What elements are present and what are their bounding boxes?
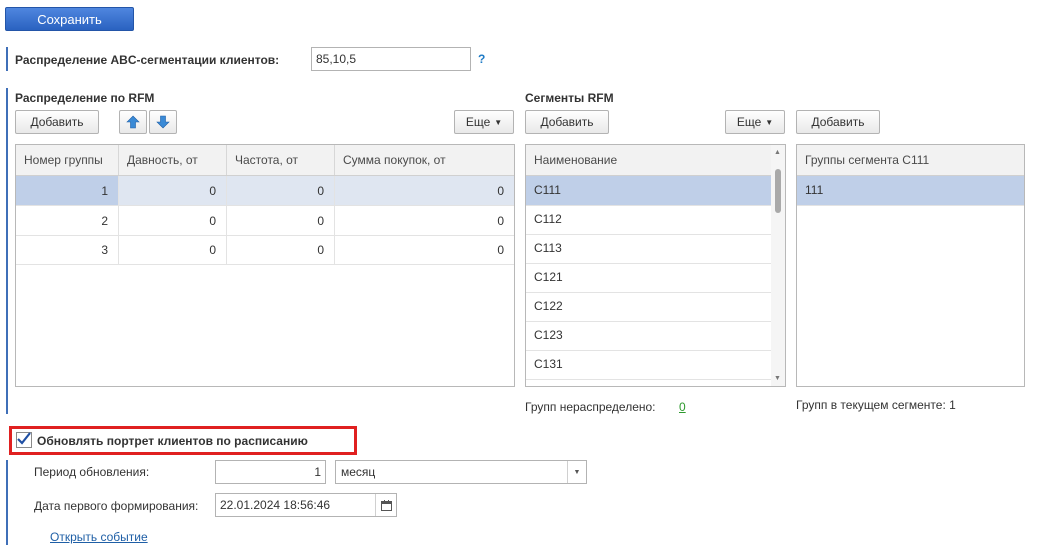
- list-item-label: С123: [534, 328, 563, 342]
- list-item-label: С131: [534, 357, 563, 371]
- checkmark-icon: [17, 432, 31, 445]
- table-header: Наименование: [526, 145, 771, 176]
- list-item[interactable]: С121: [526, 263, 771, 293]
- table-cell: 0: [119, 235, 227, 264]
- arrow-down-icon: [156, 115, 170, 129]
- rfm-add-button[interactable]: Добавить: [15, 110, 99, 134]
- table-header: Группы сегмента С111: [797, 145, 1024, 176]
- chevron-down-icon: ▼: [494, 117, 503, 127]
- rfm-table[interactable]: Номер группы Давность, от Частота, от Су…: [15, 144, 515, 387]
- rfm-title: Распределение по RFM: [15, 91, 155, 105]
- table-cell: 0: [119, 176, 227, 205]
- table-row[interactable]: 2 0 0 0: [16, 206, 514, 236]
- period-unit-value: месяц: [341, 465, 376, 479]
- column-header[interactable]: Наименование: [526, 145, 773, 175]
- table-cell: 0: [227, 176, 335, 205]
- more-label: Еще: [465, 115, 491, 129]
- list-item-label: С113: [534, 241, 562, 255]
- period-label: Период обновления:: [34, 465, 150, 479]
- segment-groups-list[interactable]: Группы сегмента С111 111: [796, 144, 1025, 387]
- chevron-down-icon: ▼: [765, 117, 774, 127]
- more-label: Еще: [736, 115, 762, 129]
- unassigned-groups-count[interactable]: 0: [679, 400, 686, 414]
- period-input[interactable]: 1: [215, 460, 326, 484]
- scroll-down-arrow-icon[interactable]: ▼: [774, 375, 781, 382]
- scroll-up-arrow-icon[interactable]: ▲: [774, 149, 781, 156]
- table-cell: 1: [16, 176, 119, 205]
- list-item-label: С112: [534, 212, 562, 226]
- first-date-label: Дата первого формирования:: [34, 499, 199, 513]
- rfm-more-button[interactable]: Еще ▼: [454, 110, 514, 134]
- section-marker: [6, 88, 8, 414]
- schedule-checkbox[interactable]: [16, 432, 32, 448]
- segments-title: Сегменты RFM: [525, 91, 614, 105]
- list-item[interactable]: С123: [526, 321, 771, 351]
- list-item-label: С111: [534, 183, 561, 197]
- table-cell: 3: [16, 235, 119, 264]
- save-button[interactable]: Сохранить: [5, 7, 134, 31]
- list-item-label: С121: [534, 270, 563, 284]
- column-header[interactable]: Частота, от: [227, 145, 335, 175]
- first-date-input[interactable]: 22.01.2024 18:56:46: [215, 493, 397, 517]
- list-item[interactable]: С112: [526, 205, 771, 235]
- open-event-link[interactable]: Открыть событие: [50, 530, 148, 544]
- list-item[interactable]: С111: [526, 176, 771, 206]
- table-cell: 0: [119, 206, 227, 235]
- column-header[interactable]: Сумма покупок, от: [335, 145, 514, 175]
- section-marker: [6, 460, 8, 545]
- groups-add-button[interactable]: Добавить: [796, 110, 880, 134]
- section-marker: [6, 47, 8, 71]
- abc-input[interactable]: 85,10,5: [311, 47, 471, 71]
- column-header[interactable]: Группы сегмента С111: [797, 145, 1024, 175]
- calendar-icon[interactable]: [375, 494, 396, 516]
- scrollbar[interactable]: ▲ ▼: [771, 145, 785, 386]
- scrollbar-thumb[interactable]: [775, 169, 781, 213]
- list-item-label: 111: [805, 183, 824, 197]
- table-cell: 0: [497, 242, 504, 257]
- abc-label: Распределение ABC-сегментации клиентов:: [15, 53, 280, 67]
- table-cell: 2: [16, 206, 119, 235]
- move-up-button[interactable]: [119, 110, 147, 134]
- list-item[interactable]: 111: [797, 176, 1024, 206]
- table-header: Номер группы Давность, от Частота, от Су…: [16, 145, 514, 176]
- table-cell: 0: [497, 213, 504, 228]
- segments-list[interactable]: Наименование С111 С112 С113 С121 С122 С1…: [525, 144, 786, 387]
- column-header[interactable]: Давность, от: [119, 145, 227, 175]
- move-down-button[interactable]: [149, 110, 177, 134]
- table-cell: 0: [227, 206, 335, 235]
- list-item[interactable]: С122: [526, 292, 771, 322]
- groups-in-segment-label: Групп в текущем сегменте: 1: [796, 398, 956, 412]
- list-item[interactable]: С131: [526, 350, 771, 380]
- table-cell: 0: [335, 176, 514, 205]
- column-header[interactable]: Номер группы: [16, 145, 119, 175]
- table-row[interactable]: 3 0 0 0: [16, 235, 514, 265]
- list-item-label: С122: [534, 299, 563, 313]
- unassigned-groups-label: Групп нераспределено:: [525, 400, 656, 414]
- arrow-up-icon: [126, 115, 140, 129]
- period-unit-select[interactable]: месяц ▼: [335, 460, 587, 484]
- chevron-down-icon[interactable]: ▼: [567, 461, 586, 483]
- schedule-checkbox-label[interactable]: Обновлять портрет клиентов по расписанию: [37, 434, 308, 448]
- segments-more-button[interactable]: Еще ▼: [725, 110, 785, 134]
- table-row[interactable]: 1 0 0 0: [16, 176, 514, 206]
- segments-add-button[interactable]: Добавить: [525, 110, 609, 134]
- first-date-value: 22.01.2024 18:56:46: [220, 498, 331, 512]
- help-icon[interactable]: ?: [478, 52, 485, 66]
- table-cell: 0: [227, 235, 335, 264]
- list-item[interactable]: С113: [526, 234, 771, 264]
